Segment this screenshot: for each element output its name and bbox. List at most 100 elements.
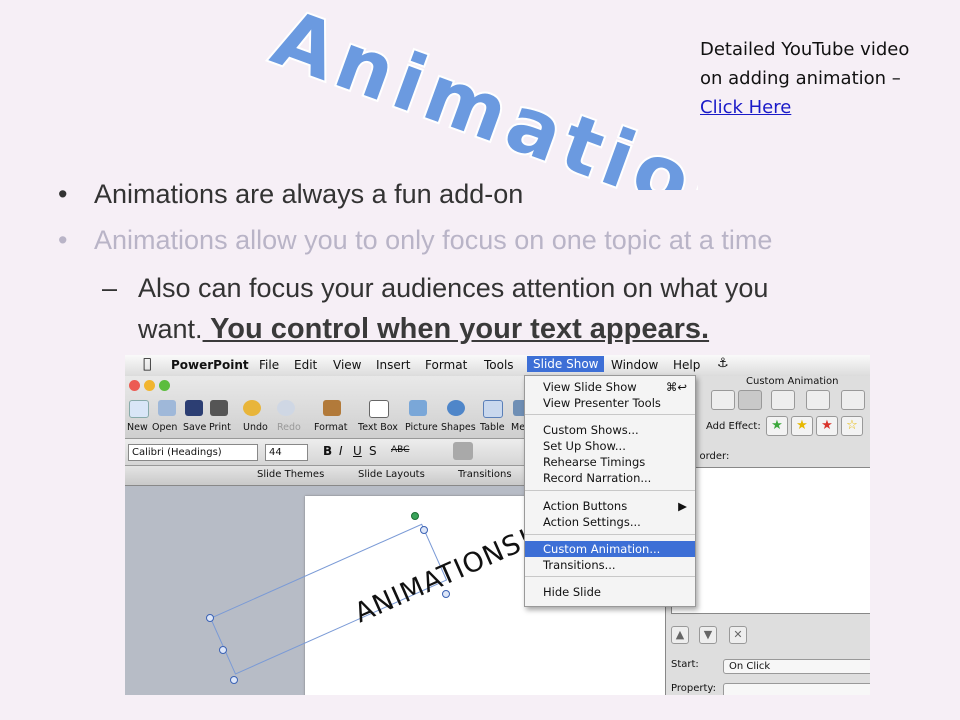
panel-tab-icon[interactable] xyxy=(806,390,830,410)
slide-title: Animation xyxy=(260,0,698,190)
panel-tab-icon[interactable] xyxy=(771,390,795,410)
strikethrough-icon[interactable]: ABC xyxy=(391,445,409,455)
bullet-text: Animations are always a fun add-on xyxy=(94,179,524,209)
move-down-icon[interactable]: ▼ xyxy=(699,626,717,644)
motion-path-icon[interactable]: ☆ xyxy=(841,416,863,436)
selection-handle[interactable] xyxy=(219,646,227,654)
menu-item-label: Transitions... xyxy=(543,558,616,572)
underline-icon[interactable]: U xyxy=(353,444,362,458)
bold-icon[interactable]: B xyxy=(323,444,332,458)
menu-bar:  PowerPoint File Edit View Insert Forma… xyxy=(125,355,870,377)
toolbar-table[interactable]: Table xyxy=(480,422,505,433)
bullet-text: Animations allow you to only focus on on… xyxy=(94,225,773,255)
bullet-list: • Animations are always a fun add-on • A… xyxy=(58,176,928,360)
undo-icon xyxy=(243,400,261,416)
exit-effect-icon[interactable]: ★ xyxy=(816,416,838,436)
menu-tools[interactable]: Tools xyxy=(484,358,514,372)
menu-item-transitions[interactable]: Transitions... xyxy=(525,557,695,573)
print-icon xyxy=(210,400,228,416)
toolbar-save[interactable]: Save xyxy=(183,422,206,433)
toolbar-format[interactable]: Format xyxy=(314,422,347,433)
toolbar-shapes[interactable]: Shapes xyxy=(441,422,476,433)
toolbar-redo[interactable]: Redo xyxy=(277,422,301,433)
menu-item-label: Action Buttons xyxy=(543,499,628,513)
font-name-select[interactable]: Calibri (Headings) xyxy=(128,444,258,461)
minimize-icon[interactable] xyxy=(144,380,155,391)
menu-slide-show[interactable]: Slide Show xyxy=(527,356,605,372)
menu-item-view-slide-show[interactable]: View Slide Show ⌘↩ xyxy=(525,379,695,395)
sub-bullet-text-line2: want. xyxy=(138,314,203,344)
menu-item-set-up-show[interactable]: Set Up Show... xyxy=(525,438,695,454)
panel-tab-tools-icon[interactable] xyxy=(841,390,865,410)
menu-insert[interactable]: Insert xyxy=(376,358,410,372)
menu-file[interactable]: File xyxy=(259,358,279,372)
menu-item-action-buttons[interactable]: Action Buttons ▶ xyxy=(525,498,695,514)
menu-app-name[interactable]: PowerPoint xyxy=(171,358,249,372)
tab-slide-themes[interactable]: Slide Themes xyxy=(257,469,324,480)
start-select[interactable]: On Click xyxy=(723,659,870,674)
selection-handle[interactable] xyxy=(420,526,428,534)
font-size-select[interactable]: 44 xyxy=(265,444,308,461)
youtube-note: Detailed YouTube video on adding animati… xyxy=(700,35,945,122)
toolbar-media[interactable]: Me xyxy=(511,422,525,433)
zoom-icon[interactable] xyxy=(159,380,170,391)
menu-item-label: View Presenter Tools xyxy=(543,396,661,410)
menu-separator xyxy=(525,534,695,535)
toolbar-new[interactable]: New xyxy=(127,422,148,433)
toolbar-picture[interactable]: Picture xyxy=(405,422,438,433)
tab-transitions[interactable]: Transitions xyxy=(458,469,512,480)
emphasis-effect-icon[interactable]: ★ xyxy=(791,416,813,436)
window-controls xyxy=(129,380,174,394)
menu-item-view-presenter-tools[interactable]: View Presenter Tools xyxy=(525,395,695,411)
menu-item-label: Action Settings... xyxy=(543,515,641,529)
animation-order-list[interactable] xyxy=(671,467,870,614)
menu-separator xyxy=(525,490,695,491)
shadow-icon[interactable]: S xyxy=(369,444,377,458)
apple-icon[interactable]:  xyxy=(143,356,151,372)
selection-handle[interactable] xyxy=(442,590,450,598)
menu-separator xyxy=(525,576,695,577)
toolbar-text-box[interactable]: Text Box xyxy=(358,422,398,433)
bullet-marker: • xyxy=(58,179,68,209)
menu-item-rehearse-timings[interactable]: Rehearse Timings xyxy=(525,454,695,470)
menu-item-label: Hide Slide xyxy=(543,585,601,599)
panel-tab-animation-icon[interactable] xyxy=(738,390,762,410)
entrance-effect-icon[interactable]: ★ xyxy=(766,416,788,436)
menu-edit[interactable]: Edit xyxy=(294,358,317,372)
menu-help[interactable]: Help xyxy=(673,358,700,372)
slide-show-menu: View Slide Show ⌘↩ View Presenter Tools C… xyxy=(524,375,696,607)
sub-bullet-item: – Also can focus your audiences attentio… xyxy=(58,268,928,350)
toolbar-print[interactable]: Print xyxy=(209,422,231,433)
menu-item-action-settings[interactable]: Action Settings... xyxy=(525,514,695,530)
format-brush-icon xyxy=(323,400,341,416)
menu-item-hide-slide[interactable]: Hide Slide xyxy=(525,584,695,600)
italic-icon[interactable]: I xyxy=(339,444,343,458)
align-center-icon[interactable] xyxy=(453,442,473,460)
toolbar-undo[interactable]: Undo xyxy=(243,422,268,433)
toolbar-open[interactable]: Open xyxy=(152,422,177,433)
shortcut-label: ⌘↩ xyxy=(665,380,687,394)
menu-item-label: Rehearse Timings xyxy=(543,455,646,469)
menu-view[interactable]: View xyxy=(333,358,361,372)
close-icon[interactable] xyxy=(129,380,140,391)
menu-item-custom-shows[interactable]: Custom Shows... xyxy=(525,422,695,438)
title-text: Animation xyxy=(262,0,698,190)
menu-item-record-narration[interactable]: Record Narration... xyxy=(525,470,695,486)
move-up-icon[interactable]: ▲ xyxy=(671,626,689,644)
property-select[interactable] xyxy=(723,683,870,695)
click-here-link[interactable]: Click Here xyxy=(700,97,791,118)
menu-item-label: View Slide Show xyxy=(543,380,637,394)
rotate-handle[interactable] xyxy=(411,512,419,520)
shapes-icon xyxy=(447,400,465,416)
menu-window[interactable]: Window xyxy=(611,358,658,372)
menu-format[interactable]: Format xyxy=(425,358,467,372)
selection-handle[interactable] xyxy=(206,614,214,622)
remove-icon[interactable]: ✕ xyxy=(729,626,747,644)
menu-item-custom-animation[interactable]: Custom Animation... xyxy=(525,541,695,557)
highlight-text: You control when your text appears. xyxy=(202,313,710,345)
save-icon xyxy=(185,400,203,416)
selection-handle[interactable] xyxy=(230,676,238,684)
add-effect-label: Add Effect: xyxy=(706,421,761,432)
panel-tab-icon[interactable] xyxy=(711,390,735,410)
tab-slide-layouts[interactable]: Slide Layouts xyxy=(358,469,425,480)
